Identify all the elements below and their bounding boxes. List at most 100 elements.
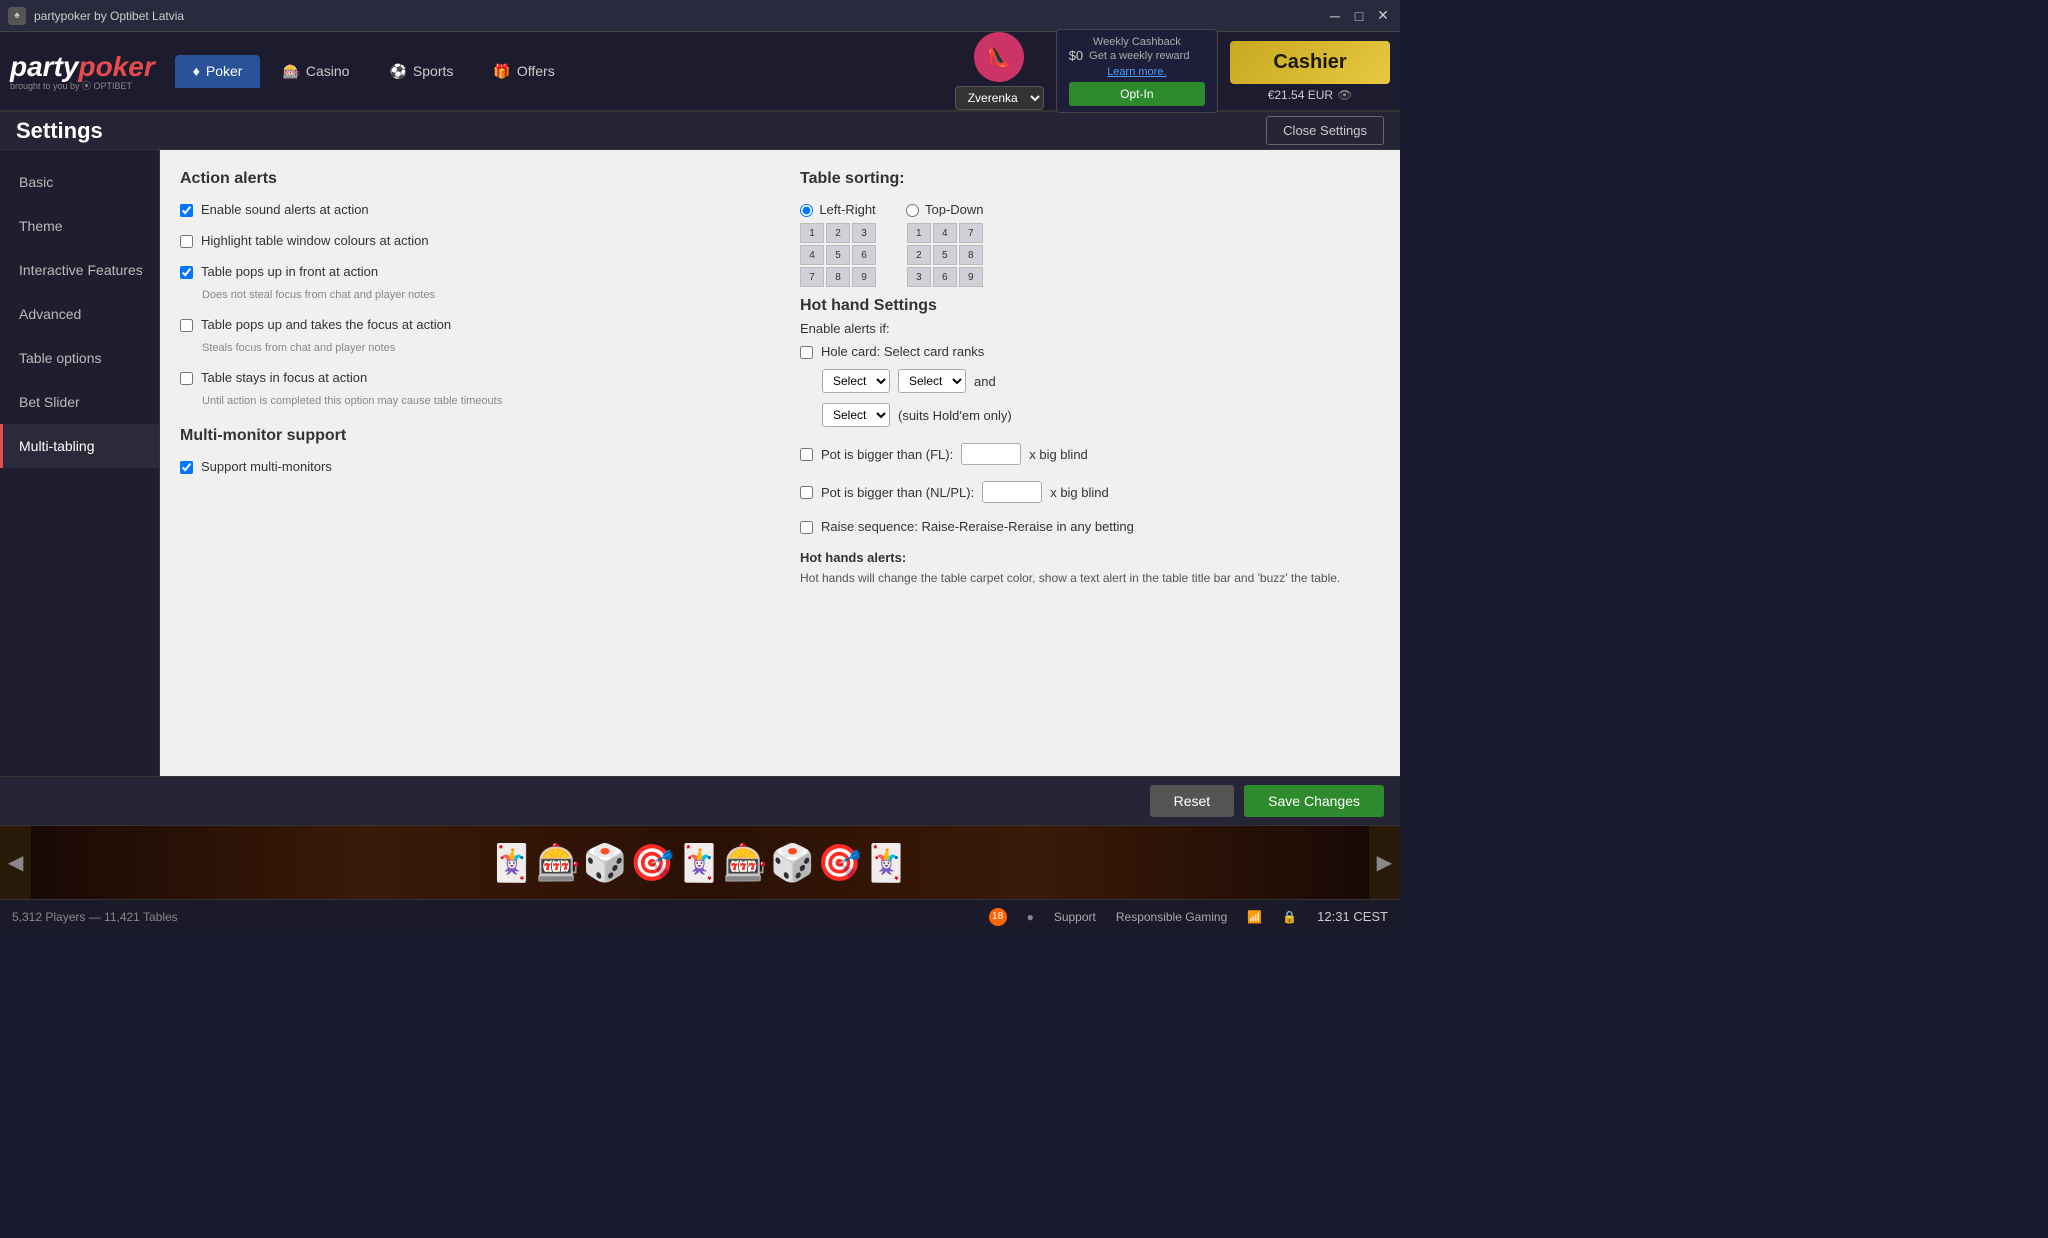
sidebar-item-multi-tabling[interactable]: Multi-tabling: [0, 424, 159, 468]
pot-nl-option: Pot is bigger than (NL/PL): x big blind: [800, 481, 1380, 503]
sort-left-right-grid: 1 2 3 4 5 6 7 8 9: [800, 223, 876, 287]
sound-alerts-checkbox[interactable]: [180, 204, 193, 217]
minimize-btn[interactable]: ─: [1326, 7, 1344, 25]
highlight-colors-checkbox[interactable]: [180, 235, 193, 248]
banner-cards: 🃏🎰🎲🎯🃏🎰🎲🎯🃏: [489, 842, 910, 884]
hot-hand-title: Hot hand Settings: [800, 297, 1380, 315]
highlight-colors-label[interactable]: Highlight table window colours at action: [201, 233, 429, 248]
balance-amount: €21.54 EUR: [1268, 88, 1333, 102]
pop-front-label[interactable]: Table pops up in front at action: [201, 264, 378, 279]
action-alerts-title: Action alerts: [180, 170, 760, 188]
reset-button[interactable]: Reset: [1150, 785, 1235, 817]
sort-top-down: Top-Down 1 4 7 2 5 8 3 6 9: [906, 202, 984, 287]
sidebar-item-interactive[interactable]: Interactive Features: [0, 248, 159, 292]
eye-icon[interactable]: 👁: [1337, 88, 1352, 102]
sound-alerts-label[interactable]: Enable sound alerts at action: [201, 202, 369, 217]
stay-focus-checkbox[interactable]: [180, 372, 193, 385]
pop-focus-checkbox[interactable]: [180, 319, 193, 332]
hole-card-select-1[interactable]: Select: [822, 369, 890, 393]
banner-right-arrow[interactable]: ▶: [1369, 850, 1400, 875]
sidebar-item-basic[interactable]: Basic: [0, 160, 159, 204]
hot-hands-alerts-block: Hot hands alerts: Hot hands will change …: [800, 550, 1380, 587]
hole-card-select-2[interactable]: Select: [898, 369, 966, 393]
pot-nl-checkbox[interactable]: [800, 486, 813, 499]
pot-fl-unit: x big blind: [1029, 447, 1088, 462]
footer-responsible[interactable]: Responsible Gaming: [1116, 910, 1227, 924]
raise-seq-checkbox[interactable]: [800, 521, 813, 534]
suits-label: (suits Hold'em only): [898, 408, 1012, 423]
multi-monitor-section: Multi-monitor support Support multi-moni…: [180, 427, 760, 474]
banner-content: 🃏🎰🎲🎯🃏🎰🎲🎯🃏: [31, 826, 1368, 899]
tab-offers[interactable]: 🎁 Offers: [475, 55, 572, 88]
cashback-description: Get a weekly reward: [1089, 50, 1189, 62]
pot-fl-input[interactable]: [961, 443, 1021, 465]
footer-support[interactable]: Support: [1054, 910, 1096, 924]
hole-card-label[interactable]: Hole card: Select card ranks: [821, 344, 984, 359]
footer: 5,312 Players — 11,421 Tables 18 ● Suppo…: [0, 899, 1400, 933]
tab-sports[interactable]: ⚽ Sports: [371, 55, 471, 88]
tab-poker-label: Poker: [206, 63, 243, 79]
content-area: Action alerts Enable sound alerts at act…: [160, 150, 1400, 776]
sidebar-item-table-options[interactable]: Table options: [0, 336, 159, 380]
signal-icon: 📶: [1247, 910, 1262, 924]
cashback-box: Weekly Cashback $0 Get a weekly reward L…: [1056, 29, 1218, 113]
raise-seq-label[interactable]: Raise sequence: Raise-Reraise-Reraise in…: [821, 519, 1134, 534]
option-stay-focus: Table stays in focus at action Until act…: [180, 370, 760, 407]
pop-focus-sublabel: Steals focus from chat and player notes: [202, 342, 760, 354]
pot-nl-label[interactable]: Pot is bigger than (NL/PL):: [821, 485, 974, 500]
cashback-title: Weekly Cashback: [1069, 36, 1205, 48]
hot-hand-subtitle: Enable alerts if:: [800, 321, 1380, 336]
sidebar-item-theme[interactable]: Theme: [0, 204, 159, 248]
tab-casino[interactable]: 🎰 Casino: [264, 55, 367, 88]
maximize-btn[interactable]: □: [1350, 7, 1368, 25]
nav-tabs: ♦ Poker 🎰 Casino ⚽ Sports 🎁 Offers: [175, 55, 573, 88]
avatar: 👠: [974, 32, 1024, 82]
save-changes-button[interactable]: Save Changes: [1244, 785, 1384, 817]
window-title: partypoker by Optibet Latvia: [34, 9, 1326, 23]
content-inner: Action alerts Enable sound alerts at act…: [180, 170, 1380, 603]
avatar-area: 👠 Zverenka: [955, 32, 1044, 110]
cashier-button[interactable]: Cashier: [1230, 41, 1390, 84]
nav-right: 👠 Zverenka Weekly Cashback $0 Get a week…: [955, 29, 1390, 113]
close-settings-button[interactable]: Close Settings: [1266, 116, 1384, 145]
option-pop-focus: Table pops up and takes the focus at act…: [180, 317, 760, 354]
hole-card-checkbox[interactable]: [800, 346, 813, 359]
main-layout: Basic Theme Interactive Features Advance…: [0, 150, 1400, 776]
hole-card-select-3[interactable]: Select: [822, 403, 890, 427]
learn-more-link[interactable]: Learn more.: [1107, 66, 1166, 78]
sort-left-right-label: Left-Right: [819, 202, 875, 217]
sports-icon: ⚽: [389, 63, 406, 80]
footer-stats: 5,312 Players — 11,421 Tables: [12, 910, 989, 924]
pot-fl-label[interactable]: Pot is bigger than (FL):: [821, 447, 953, 462]
close-btn[interactable]: ✕: [1374, 7, 1392, 25]
pop-front-checkbox[interactable]: [180, 266, 193, 279]
table-sorting-title: Table sorting:: [800, 170, 1380, 188]
option-highlight: Highlight table window colours at action: [180, 233, 760, 248]
user-select[interactable]: Zverenka: [955, 86, 1044, 110]
optin-button[interactable]: Opt-In: [1069, 82, 1205, 106]
footer-right: 18 ● Support Responsible Gaming 📶 🔒 12:3…: [989, 908, 1388, 926]
page-title: Settings: [16, 118, 103, 144]
sidebar-item-advanced[interactable]: Advanced: [0, 292, 159, 336]
title-bar: ♠ partypoker by Optibet Latvia ─ □ ✕: [0, 0, 1400, 32]
pot-nl-unit: x big blind: [1050, 485, 1109, 500]
stay-focus-label[interactable]: Table stays in focus at action: [201, 370, 367, 385]
pot-nl-input[interactable]: [982, 481, 1042, 503]
banner-left-arrow[interactable]: ◀: [0, 850, 31, 875]
pop-focus-label[interactable]: Table pops up and takes the focus at act…: [201, 317, 451, 332]
balance-row: €21.54 EUR 👁: [1268, 88, 1353, 102]
sidebar: Basic Theme Interactive Features Advance…: [0, 150, 160, 776]
lock-icon: 🔒: [1282, 910, 1297, 924]
sidebar-item-bet-slider[interactable]: Bet Slider: [0, 380, 159, 424]
support-multi-checkbox[interactable]: [180, 461, 193, 474]
sort-left-right-radio[interactable]: [800, 204, 813, 217]
support-multi-label[interactable]: Support multi-monitors: [201, 459, 332, 474]
notification-icon: 18: [989, 908, 1007, 926]
hole-card-option: Hole card: Select card ranks Select Sele…: [800, 344, 1380, 427]
sort-top-down-radio[interactable]: [906, 204, 919, 217]
and-label: and: [974, 374, 996, 389]
offers-icon: 🎁: [493, 63, 510, 80]
pot-fl-checkbox[interactable]: [800, 448, 813, 461]
tab-poker[interactable]: ♦ Poker: [175, 55, 261, 88]
cashback-amount: $0: [1069, 48, 1083, 63]
